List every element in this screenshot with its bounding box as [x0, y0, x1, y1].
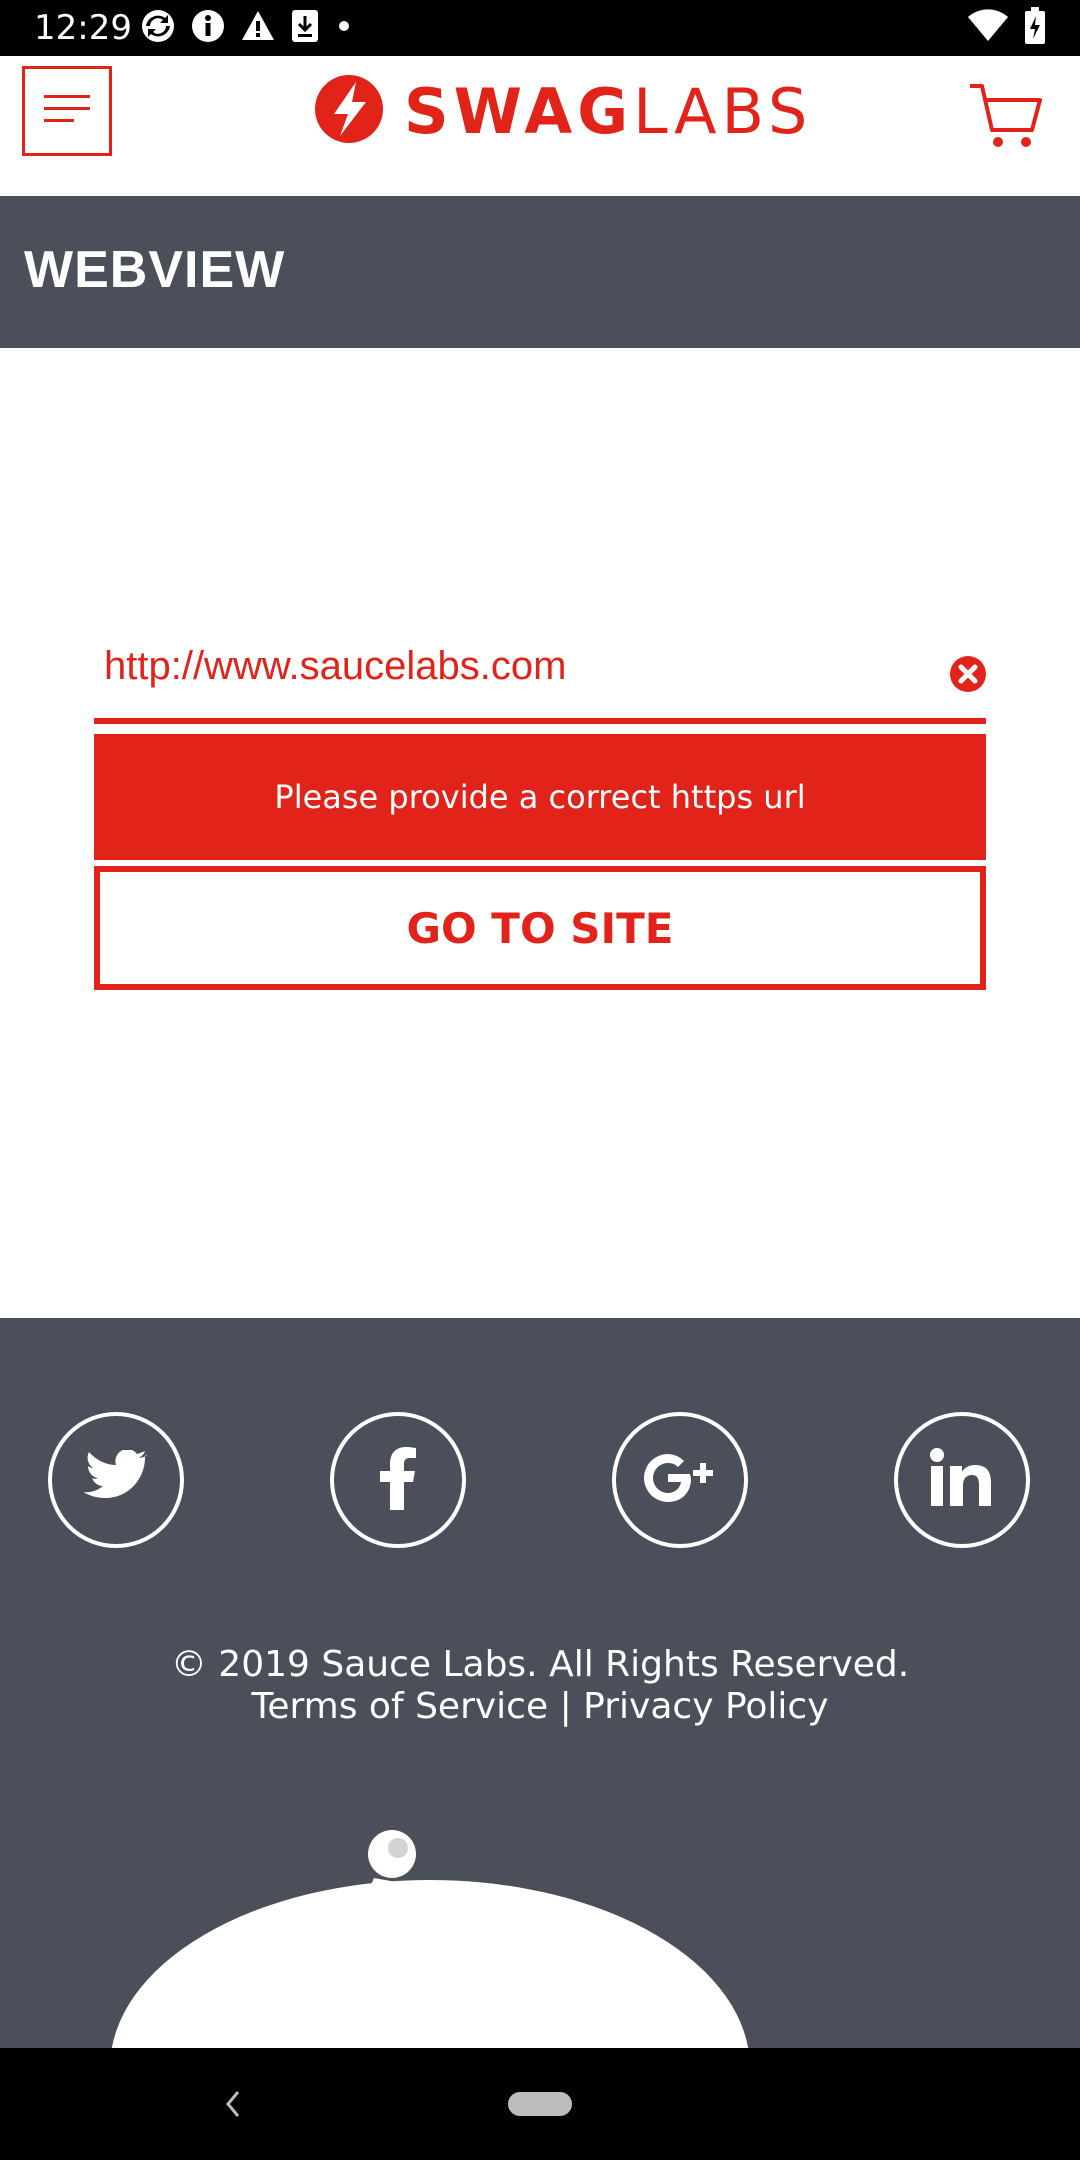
error-message-text: Please provide a correct https url	[274, 778, 806, 816]
go-to-site-label: GO TO SITE	[406, 903, 674, 953]
hamburger-menu-icon	[42, 89, 92, 134]
footer-separator: |	[559, 1686, 572, 1727]
logo-text: SWAGLABS	[404, 75, 812, 148]
status-left-icons	[140, 8, 354, 48]
menu-button[interactable]	[22, 66, 112, 156]
status-right-icons	[968, 6, 1046, 50]
battery-icon	[1024, 6, 1046, 50]
swag-labs-logo: SWAGLABS	[312, 74, 812, 148]
privacy-policy-link[interactable]: Privacy Policy	[583, 1686, 828, 1727]
url-input[interactable]: http://www.saucelabs.com	[94, 630, 986, 724]
linkedin-button[interactable]	[894, 1412, 1030, 1548]
back-icon[interactable]	[220, 2086, 244, 2122]
terms-of-service-link[interactable]: Terms of Service	[251, 1686, 548, 1727]
linkedin-icon	[930, 1447, 994, 1513]
twitter-icon	[83, 1448, 151, 1511]
google-plus-button[interactable]	[612, 1412, 748, 1548]
footer: © 2019 Sauce Labs. All Rights Reserved. …	[0, 1318, 1080, 2048]
info-icon	[190, 8, 226, 49]
home-pill-icon[interactable]	[508, 2092, 572, 2116]
sync-icon	[140, 8, 176, 49]
footer-links: Terms of Service | Privacy Policy	[0, 1686, 1080, 1728]
wifi-icon	[968, 8, 1008, 48]
dot-icon	[334, 8, 354, 49]
twitter-button[interactable]	[48, 1412, 184, 1548]
copyright-text: © 2019 Sauce Labs. All Rights Reserved.	[170, 1644, 910, 1685]
facebook-icon	[378, 1446, 418, 1515]
status-bar: 12:29	[0, 0, 1080, 56]
cart-icon	[966, 84, 1046, 160]
logo-text-light: LABS	[633, 74, 813, 148]
status-time: 12:29	[34, 8, 132, 48]
cart-button[interactable]	[966, 76, 1046, 156]
error-message: Please provide a correct https url	[94, 734, 986, 860]
facebook-button[interactable]	[330, 1412, 466, 1548]
lightning-logo-icon	[312, 72, 386, 151]
robot-mascot-image	[111, 1830, 749, 2048]
download-icon	[290, 8, 320, 49]
logo-text-bold: SWAG	[404, 74, 634, 148]
google-plus-icon	[640, 1450, 720, 1511]
title-bar: WEBVIEW	[0, 196, 1080, 348]
go-to-site-button[interactable]: GO TO SITE	[94, 866, 986, 990]
url-input-value[interactable]: http://www.saucelabs.com	[104, 644, 566, 689]
system-nav-bar	[0, 2048, 1080, 2160]
app-header: SWAGLABS	[0, 56, 1080, 196]
clear-icon[interactable]	[948, 654, 988, 694]
warning-icon	[240, 8, 276, 49]
page-title: WEBVIEW	[24, 241, 286, 299]
copyright-block: © 2019 Sauce Labs. All Rights Reserved. …	[0, 1644, 1080, 1728]
